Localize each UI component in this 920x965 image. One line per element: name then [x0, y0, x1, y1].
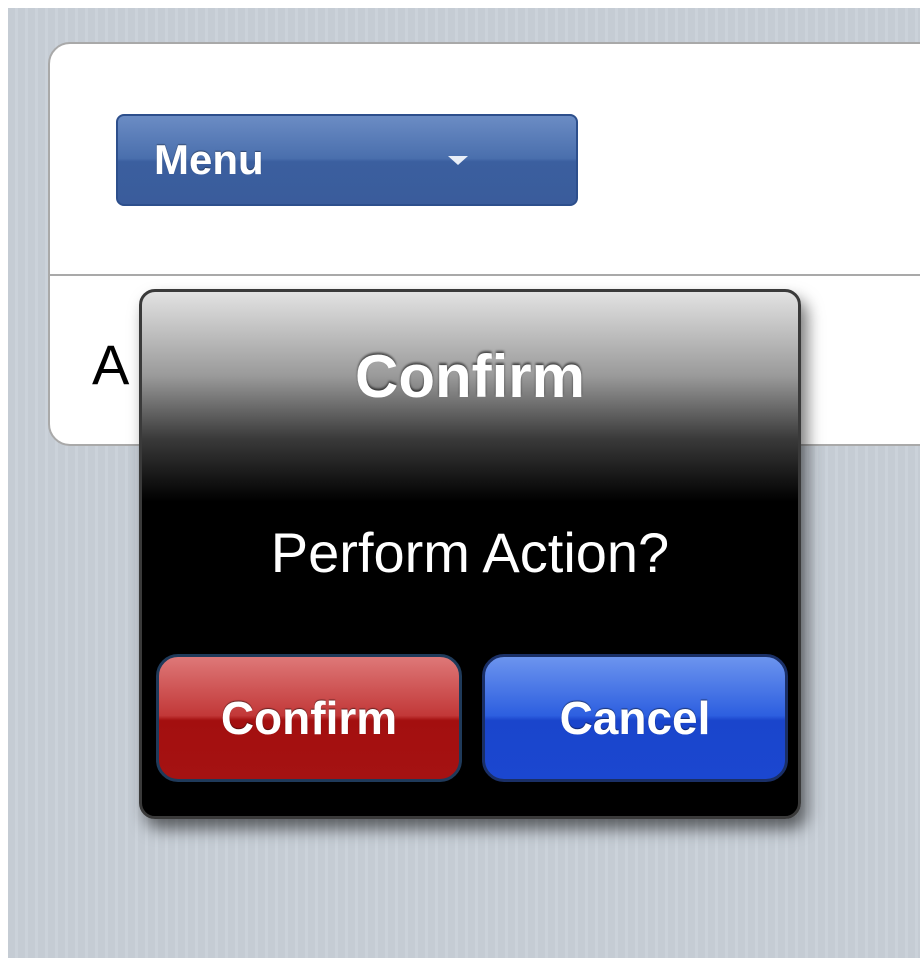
menu-button[interactable]: Menu [116, 114, 578, 206]
dialog-title: Confirm [355, 343, 585, 410]
list-item-text: A [92, 333, 130, 396]
confirm-button[interactable]: Confirm [156, 654, 462, 782]
panel-divider [50, 274, 920, 276]
confirm-dialog: Confirm Perform Action? Confirm Cancel [139, 289, 801, 819]
confirm-button-label: Confirm [220, 692, 398, 744]
menu-label: Menu [154, 136, 264, 183]
caret-down-icon [448, 156, 468, 165]
cancel-button[interactable]: Cancel [482, 654, 788, 782]
cancel-button-label: Cancel [559, 692, 711, 744]
app-screen: Menu A Confirm Perform Action? Confirm C… [8, 8, 920, 958]
dialog-message: Perform Action? [270, 521, 670, 584]
